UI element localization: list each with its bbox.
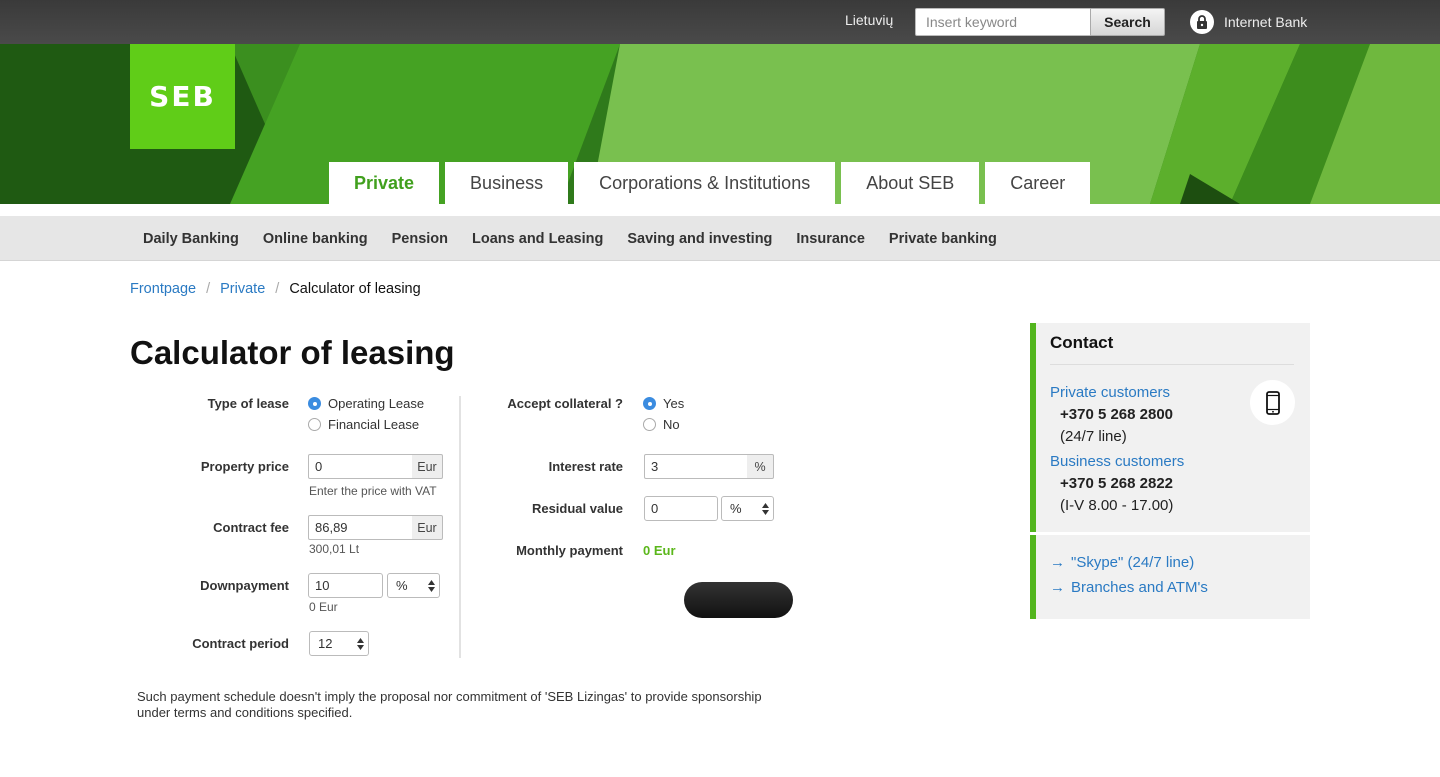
interest-rate-label: Interest rate	[548, 459, 623, 474]
breadcrumb-private[interactable]: Private	[220, 281, 265, 297]
type-of-lease-label: Type of lease	[207, 396, 289, 411]
radio-label: Financial Lease	[328, 417, 420, 432]
contract-period-select[interactable]: 12	[309, 631, 369, 656]
internet-bank-link[interactable]: Internet Bank	[1190, 10, 1307, 34]
private-customers-link[interactable]: Private customers	[1050, 384, 1170, 401]
tab-private[interactable]: Private	[329, 162, 440, 204]
contact-title: Contact	[1050, 333, 1114, 352]
downpayment-unit-select[interactable]: %	[387, 573, 440, 598]
radio-collateral-no[interactable]: No	[643, 417, 680, 432]
breadcrumb-separator: /	[275, 281, 280, 297]
calculate-button[interactable]	[684, 582, 793, 618]
residual-value-input[interactable]	[644, 496, 718, 521]
skype-link-label: "Skype" (24/7 line)	[1071, 554, 1195, 571]
business-hours: (I-V 8.00 - 17.00)	[1060, 497, 1174, 514]
mobile-phone-icon	[1265, 390, 1280, 415]
column-divider	[459, 396, 461, 658]
radio-checked-icon	[308, 397, 321, 410]
select-value: 12	[318, 636, 333, 651]
residual-value-unit-select[interactable]: %	[721, 496, 774, 521]
contract-fee-label: Contract fee	[213, 520, 289, 535]
subnav-daily-banking[interactable]: Daily Banking	[143, 231, 239, 247]
main-tabs: Private Business Corporations & Institut…	[329, 162, 1091, 204]
property-price-unit: Eur	[412, 454, 443, 479]
contact-box: Contact Private customers +370 5 268 280…	[1030, 323, 1316, 619]
branches-atm-link[interactable]: → Branches and ATM's	[1050, 579, 1208, 596]
business-customers-link[interactable]: Business customers	[1050, 453, 1184, 470]
select-value: %	[396, 578, 408, 593]
radio-checked-icon	[643, 397, 656, 410]
contact-title-divider	[1050, 364, 1294, 365]
logo-text: SEB	[149, 80, 216, 113]
breadcrumb-current: Calculator of leasing	[289, 281, 421, 297]
property-price-label: Property price	[200, 459, 289, 474]
business-phone: +370 5 268 2822	[1060, 475, 1174, 492]
seb-logo[interactable]: SEB	[130, 44, 235, 149]
subnav-saving-investing[interactable]: Saving and investing	[627, 231, 772, 247]
radio-unchecked-icon	[308, 418, 321, 431]
interest-rate-unit: %	[747, 454, 774, 479]
lock-icon	[1190, 10, 1214, 34]
property-price-hint: Enter the price with VAT	[309, 484, 437, 498]
subnav-pension[interactable]: Pension	[392, 231, 448, 247]
contract-fee-hint: 300,01 Lt	[309, 542, 360, 556]
property-price-input[interactable]	[308, 454, 413, 479]
contract-fee-input[interactable]	[308, 515, 413, 540]
radio-collateral-yes[interactable]: Yes	[643, 396, 684, 411]
top-bar: Lietuvių Search Internet Bank	[0, 0, 1440, 44]
residual-value-label: Residual value	[531, 501, 623, 516]
arrow-right-icon: →	[1050, 554, 1065, 571]
skype-link[interactable]: → "Skype" (24/7 line)	[1050, 554, 1194, 571]
internet-bank-label: Internet Bank	[1224, 14, 1308, 30]
subnav-online-banking[interactable]: Online banking	[263, 231, 368, 247]
select-arrows-icon	[357, 638, 364, 650]
breadcrumb: Frontpage / Private / Calculator of leas…	[130, 281, 421, 297]
interest-rate-input[interactable]	[644, 454, 748, 479]
search-button[interactable]: Search	[1090, 8, 1165, 36]
language-switch[interactable]: Lietuvių	[845, 12, 893, 28]
select-arrows-icon	[428, 580, 435, 592]
tab-about[interactable]: About SEB	[841, 162, 980, 204]
radio-operating-lease[interactable]: Operating Lease	[308, 396, 424, 411]
downpayment-label: Downpayment	[200, 578, 289, 593]
private-phone: +370 5 268 2800	[1060, 406, 1174, 423]
private-hours: (24/7 line)	[1060, 428, 1127, 445]
subnav-private-banking[interactable]: Private banking	[889, 231, 997, 247]
phone-icon-circle	[1250, 380, 1295, 425]
downpayment-hint: 0 Eur	[309, 600, 338, 614]
contract-fee-unit: Eur	[412, 515, 443, 540]
monthly-payment-label: Monthly payment	[516, 543, 623, 558]
tab-business[interactable]: Business	[445, 162, 569, 204]
select-arrows-icon	[762, 503, 769, 515]
disclaimer-text: Such payment schedule doesn't imply the …	[137, 689, 762, 720]
downpayment-input[interactable]	[308, 573, 383, 598]
page-title: Calculator of leasing	[130, 334, 455, 371]
radio-unchecked-icon	[643, 418, 656, 431]
contract-period-label: Contract period	[192, 636, 289, 651]
arrow-right-icon: →	[1050, 579, 1065, 596]
breadcrumb-frontpage[interactable]: Frontpage	[130, 281, 196, 297]
select-value: %	[730, 501, 742, 516]
radio-label: Yes	[663, 396, 685, 411]
subnav-loans-leasing[interactable]: Loans and Leasing	[472, 231, 603, 247]
tab-career[interactable]: Career	[985, 162, 1091, 204]
radio-label: No	[663, 417, 680, 432]
radio-financial-lease[interactable]: Financial Lease	[308, 417, 419, 432]
breadcrumb-separator: /	[206, 281, 211, 297]
tab-corporations[interactable]: Corporations & Institutions	[574, 162, 836, 204]
accept-collateral-label: Accept collateral ?	[507, 396, 623, 411]
sub-navigation: Daily Banking Online banking Pension Loa…	[0, 216, 1440, 261]
monthly-payment-value: 0 Eur	[643, 543, 676, 558]
subnav-insurance[interactable]: Insurance	[796, 231, 865, 247]
contact-section-divider	[1030, 532, 1316, 535]
branches-atm-link-label: Branches and ATM's	[1071, 579, 1208, 596]
search-input[interactable]	[915, 8, 1091, 36]
radio-label: Operating Lease	[328, 396, 425, 411]
